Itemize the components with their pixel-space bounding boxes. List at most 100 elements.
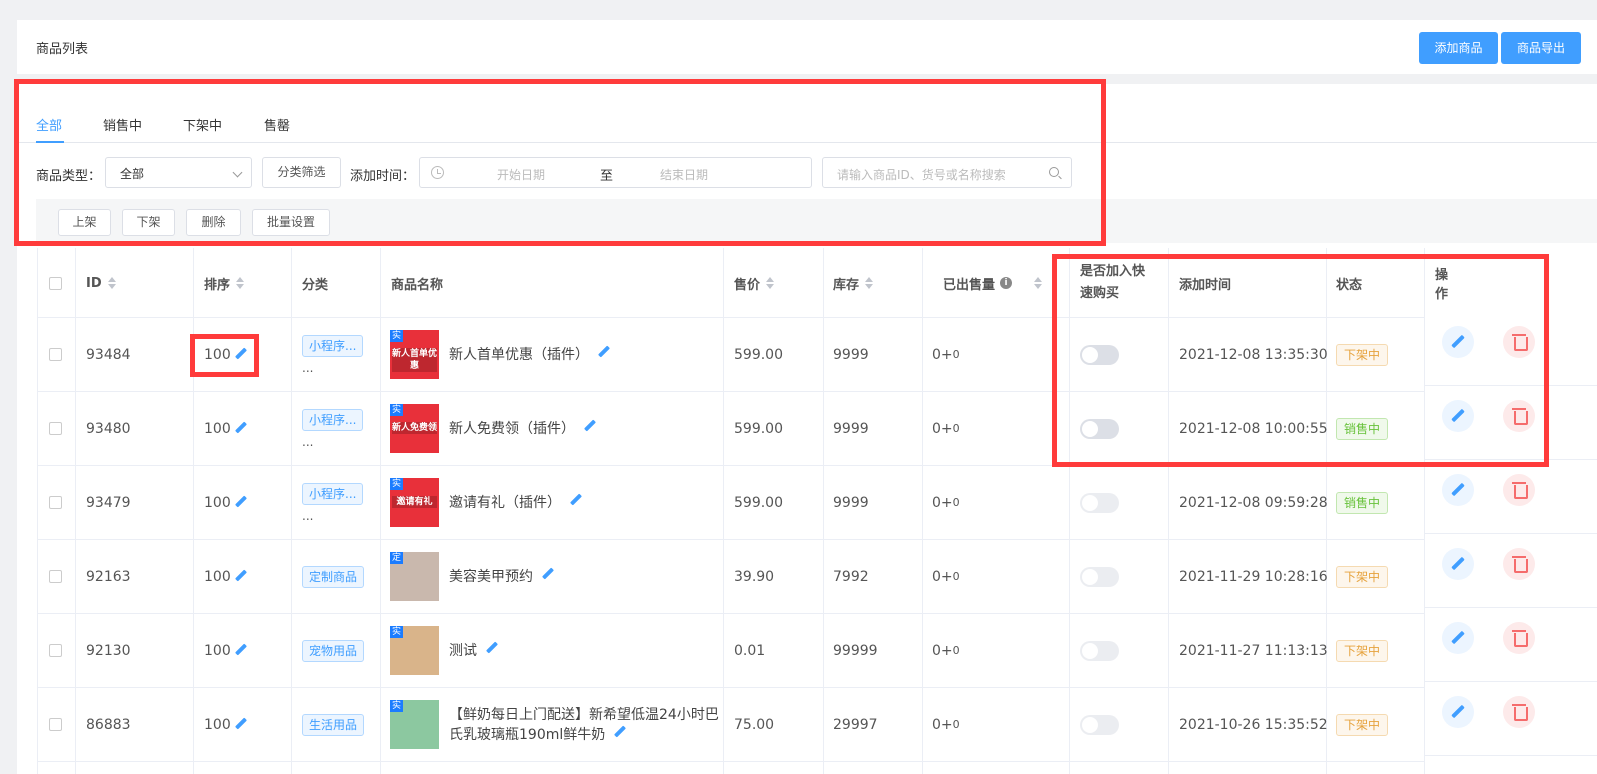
sort-icon[interactable] bbox=[107, 277, 116, 289]
edit-sort-icon[interactable] bbox=[234, 718, 247, 731]
edit-name-icon[interactable] bbox=[613, 726, 626, 739]
batch-settings-button[interactable]: 批量设置 bbox=[252, 209, 330, 236]
tab-off-shelf[interactable]: 下架中 bbox=[183, 115, 222, 134]
info-icon[interactable]: i bbox=[1000, 277, 1013, 289]
row-price: 599.00 bbox=[734, 346, 783, 363]
delete-icon[interactable] bbox=[1503, 622, 1535, 654]
row-quick-buy bbox=[1080, 318, 1119, 391]
product-thumbnail[interactable]: 实邀请有礼 bbox=[390, 478, 439, 527]
header-price[interactable]: 售价 bbox=[734, 248, 775, 318]
header-stock[interactable]: 库存 bbox=[833, 248, 874, 318]
row-checkbox[interactable] bbox=[49, 496, 62, 509]
edit-icon[interactable] bbox=[1442, 548, 1474, 580]
sort-icon[interactable] bbox=[865, 277, 874, 289]
sold-count: 0+ bbox=[932, 642, 953, 659]
edit-icon[interactable] bbox=[1442, 474, 1474, 506]
product-thumbnail[interactable]: 实新人免费领 bbox=[390, 404, 439, 453]
row-sort[interactable]: 100 bbox=[204, 318, 247, 391]
select-all-cell bbox=[49, 248, 62, 318]
batch-off-shelf-button[interactable]: 下架 bbox=[122, 209, 175, 236]
tab-sold-out[interactable]: 售罄 bbox=[264, 115, 290, 134]
delete-icon[interactable] bbox=[1503, 474, 1535, 506]
edit-name-icon[interactable] bbox=[541, 568, 554, 581]
row-checkbox[interactable] bbox=[49, 718, 62, 731]
header-sold[interactable]: 已出售量 i bbox=[943, 248, 1043, 318]
status-tabs: 全部 销售中 下架中 售罄 bbox=[17, 84, 1597, 143]
delete-icon[interactable] bbox=[1503, 400, 1535, 432]
row-category: 小程序...... bbox=[302, 466, 364, 539]
quick-buy-toggle[interactable] bbox=[1080, 566, 1119, 587]
edit-name-icon[interactable] bbox=[485, 642, 498, 655]
header-id[interactable]: ID bbox=[86, 248, 116, 318]
sort-icon[interactable] bbox=[1034, 277, 1043, 289]
search-input[interactable]: 请输入商品ID、货号或名称搜索 bbox=[822, 157, 1072, 188]
product-name: 邀请有礼（插件） bbox=[449, 493, 582, 513]
start-date-input[interactable]: 开始日期 bbox=[497, 166, 545, 183]
quick-buy-toggle[interactable] bbox=[1080, 418, 1119, 439]
export-products-button[interactable]: 商品导出 bbox=[1501, 32, 1581, 64]
product-thumbnail[interactable]: 实 bbox=[390, 626, 439, 675]
edit-sort-icon[interactable] bbox=[234, 422, 247, 435]
row-category: 生活用品 bbox=[302, 688, 365, 761]
row-added-time: 2021-12-08 09:59:28 bbox=[1179, 494, 1328, 511]
product-name-text: 邀请有礼（插件） bbox=[449, 494, 561, 511]
end-date-input[interactable]: 结束日期 bbox=[660, 166, 708, 183]
quick-buy-toggle[interactable] bbox=[1080, 714, 1119, 735]
type-select[interactable]: 全部 bbox=[105, 157, 252, 188]
edit-icon[interactable] bbox=[1442, 622, 1474, 654]
row-price: 599.00 bbox=[734, 494, 783, 511]
status-badge: 下架中 bbox=[1336, 565, 1389, 588]
header-status: 状态 bbox=[1336, 277, 1363, 293]
header-sort[interactable]: 排序 bbox=[204, 248, 245, 318]
sold-count: 0+ bbox=[932, 420, 953, 437]
product-thumbnail[interactable]: 实新人首单优惠 bbox=[390, 330, 439, 379]
delete-icon[interactable] bbox=[1503, 548, 1535, 580]
edit-icon[interactable] bbox=[1442, 696, 1474, 728]
row-checkbox[interactable] bbox=[49, 422, 62, 435]
edit-icon[interactable] bbox=[1442, 326, 1474, 358]
sort-icon[interactable] bbox=[236, 277, 245, 289]
edit-name-icon[interactable] bbox=[569, 494, 582, 507]
product-name: 新人免费领（插件） bbox=[449, 419, 596, 439]
sort-icon[interactable] bbox=[766, 277, 775, 289]
edit-name-icon[interactable] bbox=[583, 420, 596, 433]
edit-sort-icon[interactable] bbox=[234, 496, 247, 509]
edit-icon[interactable] bbox=[1442, 400, 1474, 432]
category-tag: 小程序... bbox=[302, 408, 364, 431]
edit-sort-icon[interactable] bbox=[234, 644, 247, 657]
search-icon[interactable] bbox=[1049, 167, 1059, 177]
row-checkbox[interactable] bbox=[49, 570, 62, 583]
edit-name-icon[interactable] bbox=[597, 346, 610, 359]
delete-icon[interactable] bbox=[1503, 326, 1535, 358]
edit-sort-icon[interactable] bbox=[234, 348, 247, 361]
delete-icon[interactable] bbox=[1503, 696, 1535, 728]
row-sort[interactable]: 100 bbox=[204, 392, 247, 465]
active-tab-indicator bbox=[36, 141, 64, 143]
row-product: 定美容美甲预约 bbox=[390, 540, 720, 613]
product-thumbnail[interactable]: 定 bbox=[390, 552, 439, 601]
quick-buy-toggle[interactable] bbox=[1080, 492, 1119, 513]
row-sort[interactable]: 100 bbox=[204, 540, 247, 613]
date-range-picker[interactable]: 开始日期 至 结束日期 bbox=[419, 157, 812, 188]
row-checkbox[interactable] bbox=[49, 348, 62, 361]
tab-all[interactable]: 全部 bbox=[36, 115, 62, 134]
quick-buy-toggle[interactable] bbox=[1080, 640, 1119, 661]
batch-delete-button[interactable]: 删除 bbox=[186, 209, 241, 236]
batch-on-shelf-button[interactable]: 上架 bbox=[58, 209, 111, 236]
category-filter-button[interactable]: 分类筛选 bbox=[262, 157, 341, 188]
tab-on-sale[interactable]: 销售中 bbox=[103, 115, 142, 134]
product-name: 【鲜奶每日上门配送】新希望低温24小时巴氏乳玻璃瓶190ml鲜牛奶 bbox=[449, 705, 720, 745]
product-thumbnail[interactable]: 实 bbox=[390, 700, 439, 749]
edit-sort-icon[interactable] bbox=[234, 570, 247, 583]
row-sort[interactable]: 100 bbox=[204, 688, 247, 761]
header-quick-buy: 是否加入快 速购买 bbox=[1080, 248, 1145, 318]
row-added-time: 2021-11-29 10:28:16 bbox=[1179, 568, 1328, 585]
thumbnail-caption: 新人首单优惠 bbox=[392, 348, 438, 372]
select-all-checkbox[interactable] bbox=[49, 276, 62, 290]
row-sort[interactable]: 100 bbox=[204, 466, 247, 539]
quick-buy-toggle[interactable] bbox=[1080, 344, 1119, 365]
add-product-button[interactable]: 添加商品 bbox=[1419, 32, 1498, 64]
row-checkbox[interactable] bbox=[49, 644, 62, 657]
row-sort[interactable]: 100 bbox=[204, 614, 247, 687]
row-id: 86883 bbox=[86, 716, 131, 733]
